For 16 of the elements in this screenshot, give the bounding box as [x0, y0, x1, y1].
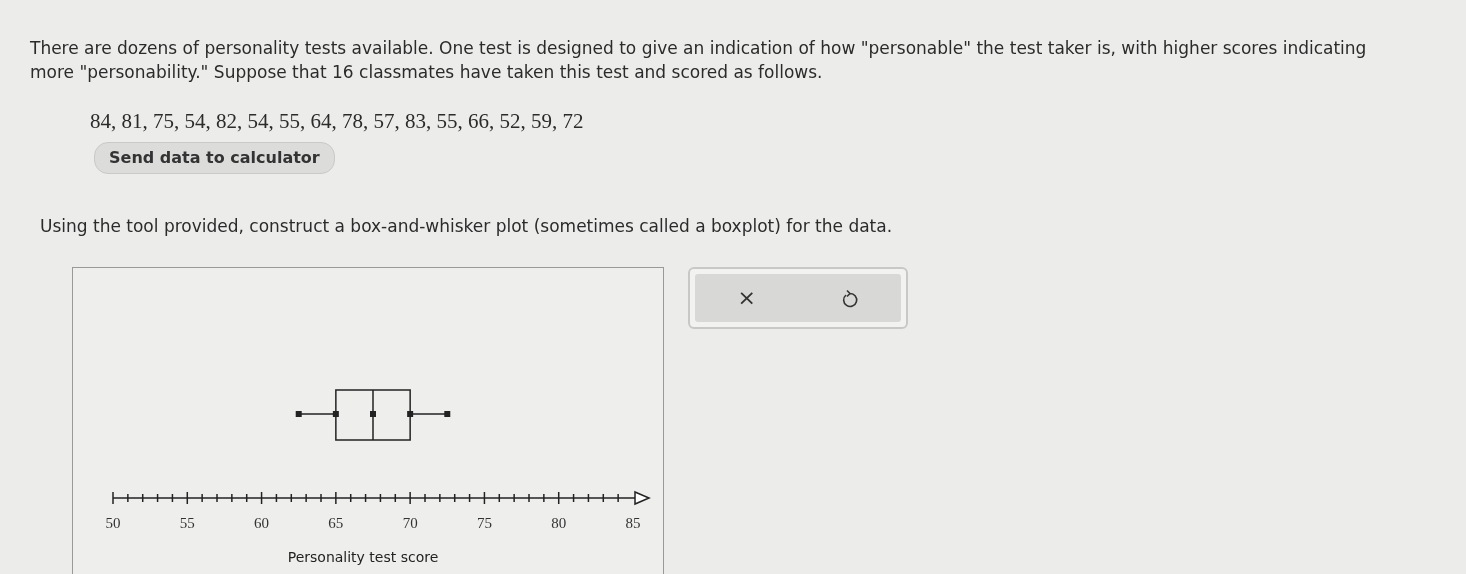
tick-label: 50: [105, 515, 121, 531]
clear-button[interactable]: ×: [729, 286, 764, 310]
tick-label: 60: [254, 515, 270, 531]
circular-arrow-icon: [840, 289, 859, 309]
send-data-button[interactable]: Send data to calculator: [94, 141, 335, 174]
box-plot[interactable]: [295, 389, 451, 441]
tick-label: 65: [328, 515, 344, 531]
tick-label: 85: [625, 515, 641, 531]
instruction-text: Using the tool provided, construct a box-and-whisker plot (sometimes called a boxplot) for the data.: [40, 214, 894, 238]
tick-label: 80: [551, 515, 567, 531]
tick-label: 55: [179, 515, 195, 531]
tick-label: 70: [402, 515, 418, 531]
axis-title: Personality test score: [287, 549, 439, 565]
tick-label: 75: [476, 515, 492, 531]
question-text: There are dozens of personality tests available. One test is designed to give an indication of how "personable" the test taker is, with higher scores indicating more "personability." Suppose that 16 classmates have taken this test and scored as follows.: [30, 37, 1368, 84]
data-values: 84, 81, 75, 54, 82, 54, 55, 64, 78, 57, 83, 55, 66, 52, 59, 72: [90, 108, 585, 135]
